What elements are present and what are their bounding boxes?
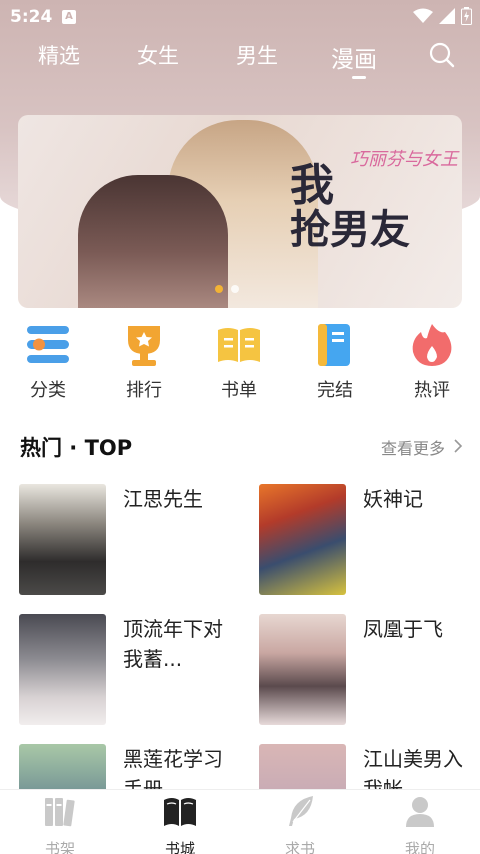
search-icon[interactable] <box>428 41 456 69</box>
featured-banner[interactable]: 我 巧丽芬与女王 抢男友 <box>18 115 462 308</box>
category-label: 排行 <box>126 380 162 401</box>
category-ranking[interactable]: 排行 <box>109 322 179 402</box>
tab-featured[interactable]: 精选 <box>38 40 80 70</box>
book-title: 凤凰于飞 <box>363 617 443 641</box>
top-nav: 精选 女生 男生 漫画 <box>0 38 480 78</box>
section-title: 热门 · TOP <box>20 436 133 460</box>
book-cover <box>19 614 106 725</box>
category-finished[interactable]: 完结 <box>300 322 370 402</box>
nav-bookstore[interactable]: 书城 <box>145 794 215 854</box>
profile-icon <box>406 797 434 827</box>
category-hot-comments[interactable]: 热评 <box>397 322 467 402</box>
book-card[interactable]: 顶流年下对我蓄... <box>19 614 239 729</box>
category-row: 分类 排行 书单 完结 热评 <box>0 322 480 402</box>
book-cover <box>259 614 346 725</box>
category-booklist[interactable]: 书单 <box>204 322 274 402</box>
category-classify[interactable]: 分类 <box>13 322 83 402</box>
status-time: 5:24 <box>10 7 53 27</box>
nav-bookshelf[interactable]: 书架 <box>25 794 95 854</box>
book-card[interactable]: 凤凰于飞 <box>259 614 479 729</box>
nav-profile[interactable]: 我的 <box>385 794 455 854</box>
bottom-nav: 书架 书城 求书 我的 <box>0 789 480 854</box>
signal-icon <box>439 8 455 24</box>
open-book-icon <box>164 798 196 826</box>
wifi-icon <box>413 8 433 23</box>
status-icons <box>413 7 472 25</box>
nav-label: 我的 <box>404 840 435 854</box>
book-title: 妖神记 <box>363 487 423 511</box>
see-more-link[interactable]: 查看更多 <box>381 435 445 459</box>
classify-icon <box>25 322 71 368</box>
nav-label: 书城 <box>164 840 195 854</box>
tab-male[interactable]: 男生 <box>236 40 278 70</box>
tab-female[interactable]: 女生 <box>137 40 179 70</box>
finished-book-icon <box>312 322 358 368</box>
book-title: 顶流年下对我蓄... <box>123 617 223 671</box>
active-tab-indicator <box>352 76 366 79</box>
category-label: 书单 <box>221 380 257 401</box>
banner-art-figure-left <box>78 175 228 308</box>
chevron-right-icon[interactable] <box>453 439 463 453</box>
feather-icon <box>289 796 313 826</box>
nav-label: 求书 <box>284 840 315 854</box>
banner-title-small: 巧丽芬与女王 <box>350 149 458 170</box>
status-bar: 5:24 A <box>0 0 480 34</box>
book-card[interactable]: 妖神记 <box>259 484 479 599</box>
tab-comics[interactable]: 漫画 <box>331 40 377 74</box>
category-label: 热评 <box>414 380 450 401</box>
nav-request-book[interactable]: 求书 <box>265 794 335 854</box>
trophy-icon <box>121 322 167 368</box>
book-card[interactable]: 江思先生 <box>19 484 239 599</box>
battery-icon <box>461 7 472 25</box>
banner-title-main: 抢男友 <box>290 206 410 253</box>
book-cover <box>259 484 346 595</box>
category-label: 分类 <box>30 380 66 401</box>
banner-pagination <box>215 285 239 293</box>
book-cover <box>19 484 106 595</box>
banner-dot <box>231 285 239 293</box>
book-title: 江思先生 <box>123 487 203 511</box>
notification-icon: A <box>62 10 76 24</box>
category-label: 完结 <box>317 380 353 401</box>
booklist-icon <box>216 322 262 368</box>
flame-icon <box>409 322 455 368</box>
nav-label: 书架 <box>44 840 75 854</box>
bookshelf-icon <box>45 798 75 827</box>
banner-dot <box>215 285 223 293</box>
